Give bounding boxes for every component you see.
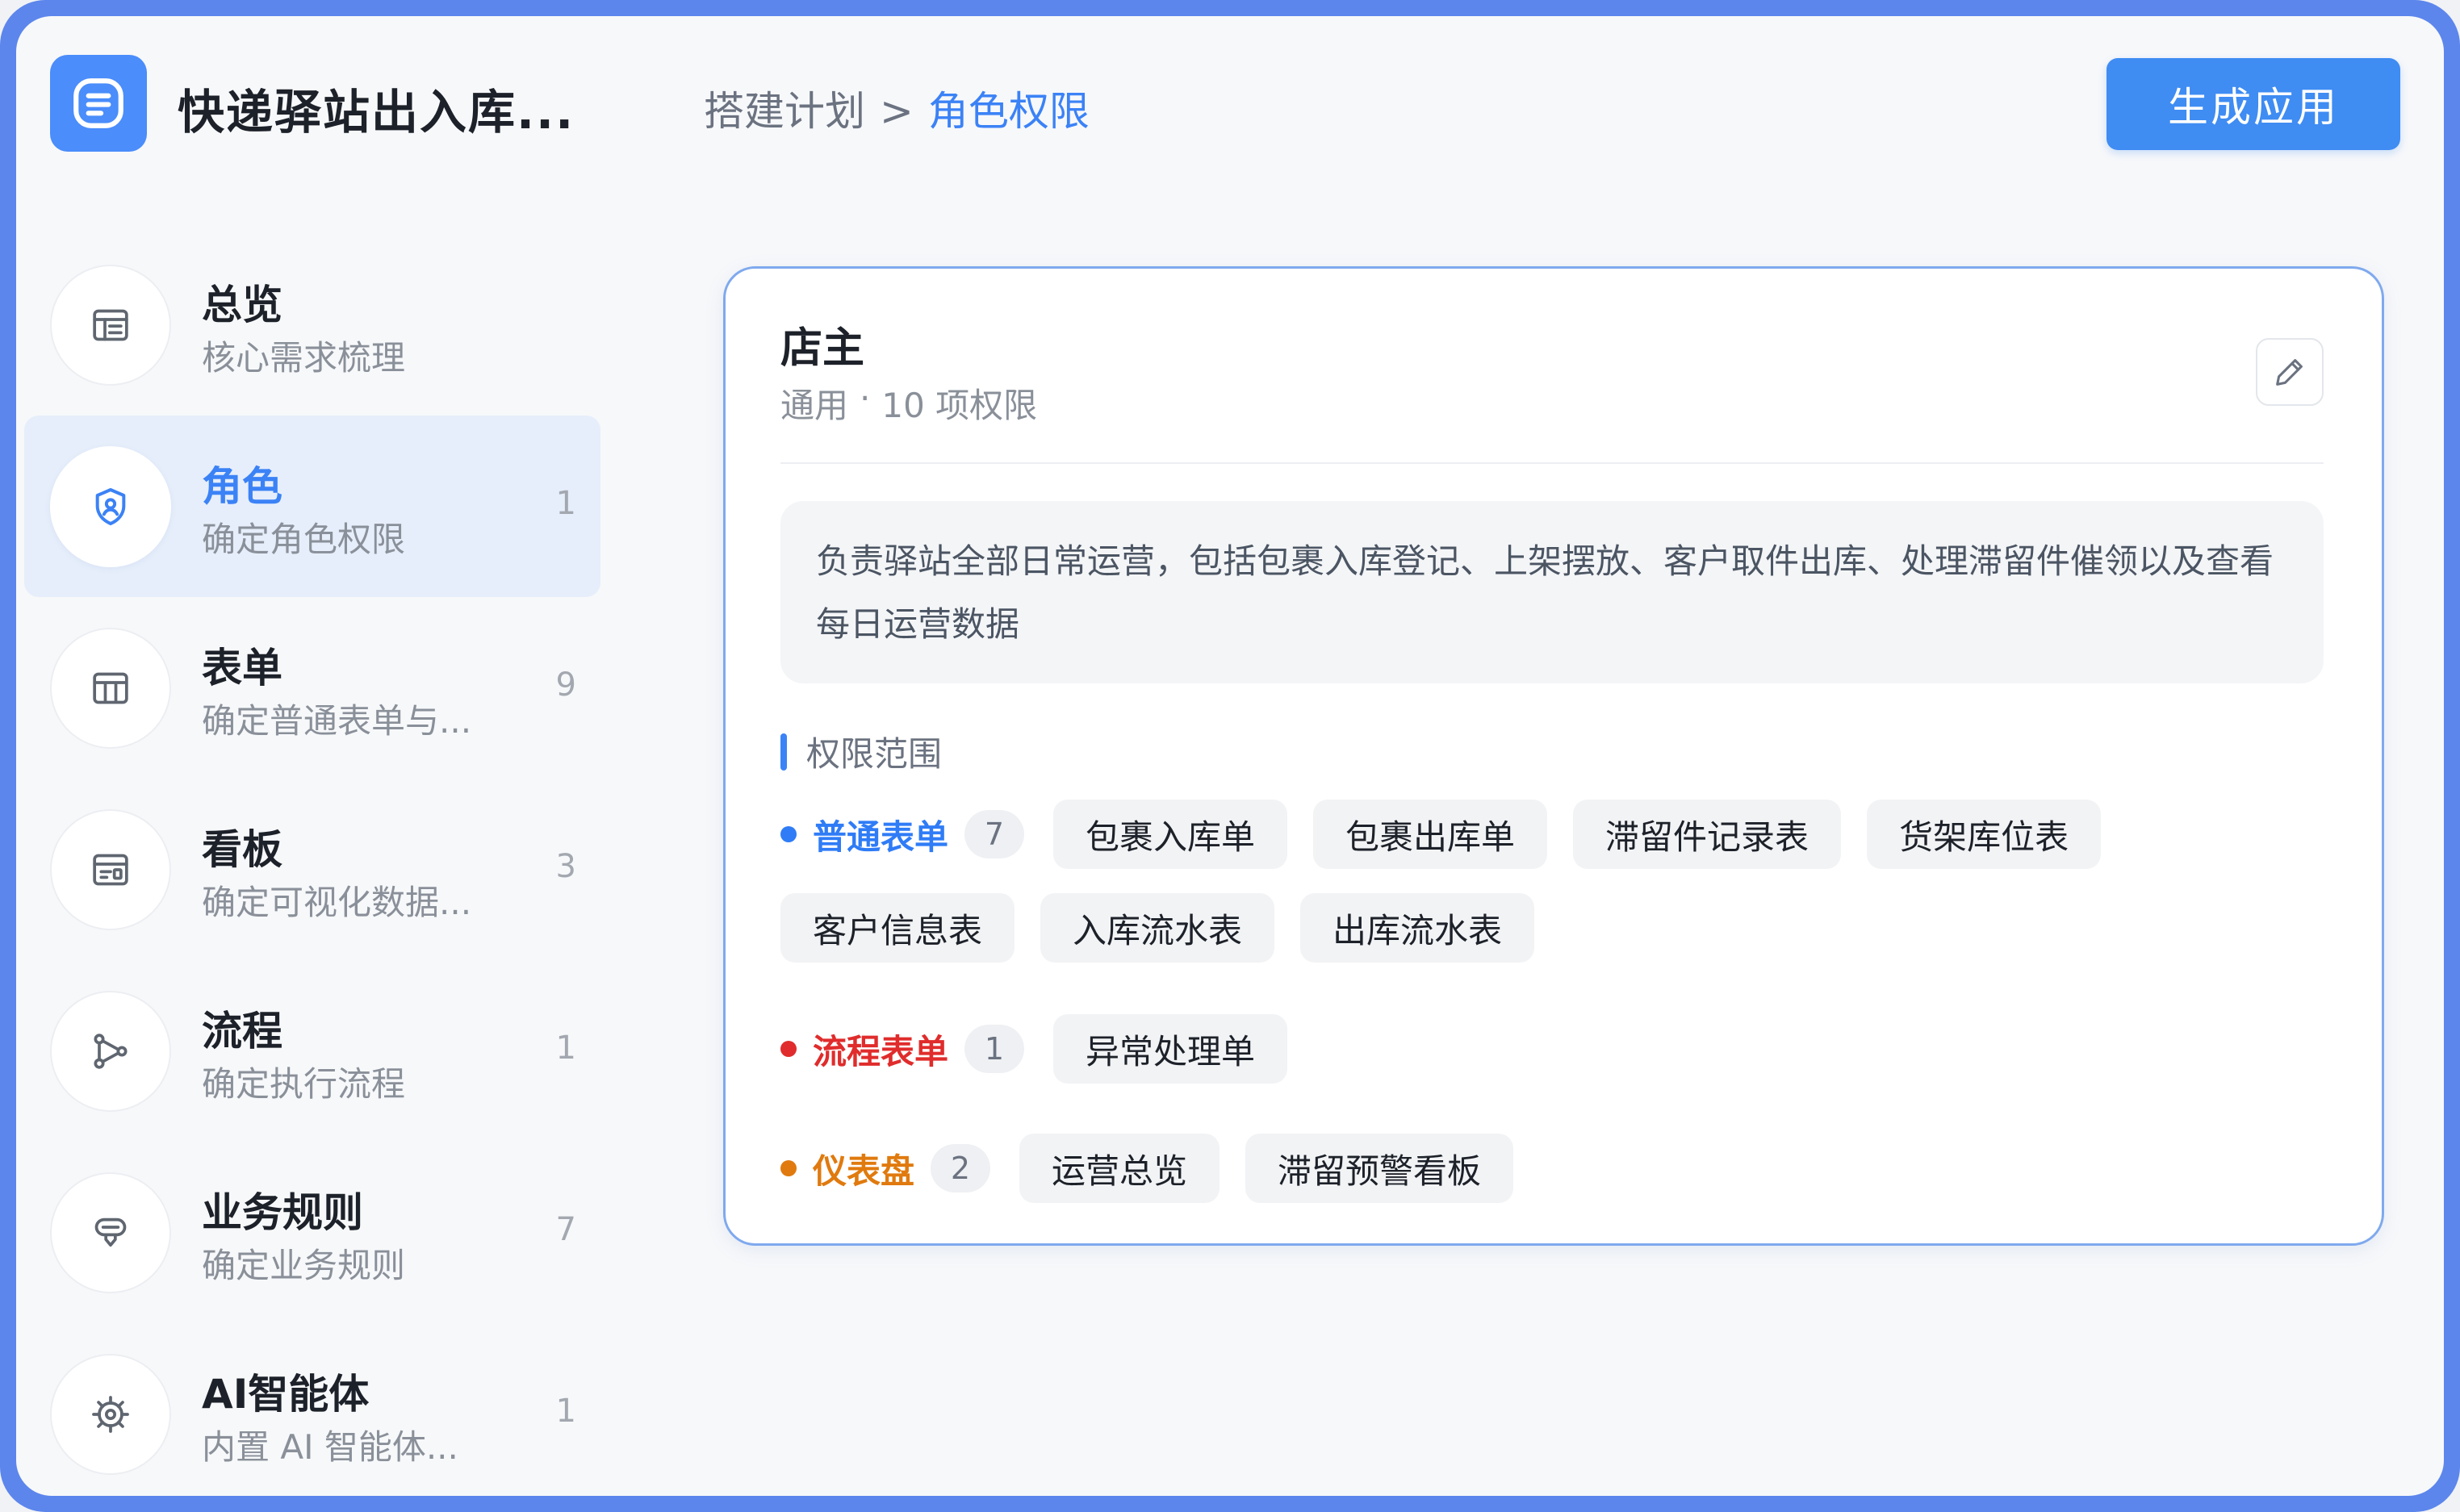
shield-user-icon xyxy=(50,446,171,567)
sidebar-item-title: 总览 xyxy=(202,282,282,328)
sidebar-item-roles[interactable]: 角色 确定角色权限 1 xyxy=(24,416,600,597)
permission-scope-header: 权限范围 xyxy=(780,727,942,776)
table-icon xyxy=(50,628,171,749)
breadcrumb-parent[interactable]: 搭建计划 xyxy=(704,79,865,137)
category-count-badge: 7 xyxy=(964,810,1025,858)
sidebar-item-subtitle: 内置 AI 智能体... xyxy=(202,1427,458,1467)
breadcrumb-separator: > xyxy=(880,88,914,135)
sidebar-item-subtitle: 确定可视化数据... xyxy=(202,883,472,922)
category-dot xyxy=(780,826,797,842)
app-title: 快递驿站出入库... xyxy=(178,85,575,140)
sidebar-item-dashboard[interactable]: 看板 确定可视化数据... 3 xyxy=(24,779,600,960)
sidebar-item-subtitle: 核心需求梳理 xyxy=(202,338,406,378)
permission-chip[interactable]: 包裹入库单 xyxy=(1053,800,1288,869)
generate-app-button[interactable]: 生成应用 xyxy=(2106,58,2400,150)
category-dot xyxy=(780,1160,797,1176)
category-label: 普通表单 xyxy=(813,817,949,857)
permission-chip[interactable]: 滞留预警看板 xyxy=(1245,1134,1514,1203)
dashboard-icon xyxy=(50,809,171,930)
category-process-forms: 流程表单 1 xyxy=(780,1014,1025,1084)
category-dashboards: 仪表盘 2 xyxy=(780,1134,991,1203)
ai-agent-icon xyxy=(50,1354,171,1475)
permission-chip[interactable]: 出库流水表 xyxy=(1300,893,1535,963)
breadcrumb: 搭建计划 > 角色权限 xyxy=(704,79,1090,137)
permission-chip[interactable]: 入库流水表 xyxy=(1040,893,1275,963)
permission-group-dashboards: 仪表盘 2 运营总览 滞留预警看板 xyxy=(780,1134,2314,1227)
role-permission-count: 10 项权限 xyxy=(881,386,1038,425)
permission-chip[interactable]: 运营总览 xyxy=(1019,1134,1220,1203)
role-name: 店主 xyxy=(780,324,865,373)
sidebar-item-count: 7 xyxy=(555,1211,576,1248)
section-accent-bar xyxy=(780,733,787,771)
pencil-icon xyxy=(2276,359,2303,386)
permission-chip[interactable]: 滞留件记录表 xyxy=(1573,800,1842,869)
sidebar-item-title: 流程 xyxy=(202,1008,282,1055)
category-label: 流程表单 xyxy=(813,1031,949,1071)
role-meta-separator: · xyxy=(860,378,871,418)
sidebar-item-overview[interactable]: 总览 核心需求梳理 xyxy=(24,234,600,416)
card-divider xyxy=(780,462,2324,464)
flow-icon xyxy=(50,991,171,1112)
sidebar-item-count: 1 xyxy=(555,1030,576,1067)
role-description: 负责驿站全部日常运营，包括包裹入库登记、上架摆放、客户取件出库、处理滞留件催领以… xyxy=(780,501,2324,683)
section-title: 权限范围 xyxy=(806,734,943,774)
sidebar-item-title: AI智能体 xyxy=(202,1371,370,1418)
sidebar: 总览 核心需求梳理 角色 确定角色权限 1 表单 确定普通表单与... 9 看板… xyxy=(24,234,600,1496)
category-label: 仪表盘 xyxy=(813,1151,915,1191)
permission-chip[interactable]: 客户信息表 xyxy=(780,893,1015,963)
edit-role-button[interactable] xyxy=(2256,338,2324,406)
sidebar-item-count: 9 xyxy=(555,666,576,704)
app-logo-icon xyxy=(50,55,147,152)
sidebar-item-count: 3 xyxy=(555,848,576,885)
app-window: 快递驿站出入库... 搭建计划 > 角色权限 生成应用 总览 核心需求梳理 角色… xyxy=(16,16,2444,1496)
role-scope: 通用 xyxy=(780,386,849,425)
sidebar-item-subtitle: 确定业务规则 xyxy=(202,1246,406,1285)
category-count-badge: 2 xyxy=(931,1144,991,1192)
sidebar-item-title: 角色 xyxy=(202,463,282,510)
sidebar-item-subtitle: 确定角色权限 xyxy=(202,520,406,559)
sidebar-item-count: 1 xyxy=(555,485,576,522)
permission-group-process-forms: 流程表单 1 异常处理单 xyxy=(780,1014,2314,1108)
rule-icon xyxy=(50,1172,171,1293)
sidebar-item-title: 表单 xyxy=(202,645,282,691)
role-card: 店主 通用 · 10 项权限 负责驿站全部日常运营，包括包裹入库登记、上架摆放、… xyxy=(723,266,2384,1246)
category-dot xyxy=(780,1041,797,1057)
category-normal-forms: 普通表单 7 xyxy=(780,800,1025,869)
sidebar-item-ai-agent[interactable]: AI智能体 内置 AI 智能体... 1 xyxy=(24,1323,600,1496)
permission-chip[interactable]: 包裹出库单 xyxy=(1313,800,1548,869)
sidebar-item-title: 业务规则 xyxy=(202,1189,363,1236)
sidebar-item-subtitle: 确定执行流程 xyxy=(202,1064,406,1104)
sidebar-item-count: 1 xyxy=(555,1393,576,1430)
sidebar-item-title: 看板 xyxy=(202,826,282,873)
permission-group-normal-forms: 普通表单 7 包裹入库单 包裹出库单 滞留件记录表 货架库位表 客户信息表 入库… xyxy=(780,800,2314,987)
overview-icon xyxy=(50,265,171,386)
permission-chip[interactable]: 货架库位表 xyxy=(1867,800,2102,869)
permission-chip[interactable]: 异常处理单 xyxy=(1053,1014,1288,1084)
sidebar-item-process[interactable]: 流程 确定执行流程 1 xyxy=(24,960,600,1142)
role-meta: 通用 · 10 项权限 xyxy=(780,378,1037,428)
sidebar-item-forms[interactable]: 表单 确定普通表单与... 9 xyxy=(24,597,600,779)
window-frame: 快递驿站出入库... 搭建计划 > 角色权限 生成应用 总览 核心需求梳理 角色… xyxy=(0,0,2460,1512)
breadcrumb-current: 角色权限 xyxy=(927,88,1090,135)
sidebar-item-business-rules[interactable]: 业务规则 确定业务规则 7 xyxy=(24,1142,600,1323)
sidebar-item-subtitle: 确定普通表单与... xyxy=(202,701,472,741)
category-count-badge: 1 xyxy=(964,1025,1025,1073)
